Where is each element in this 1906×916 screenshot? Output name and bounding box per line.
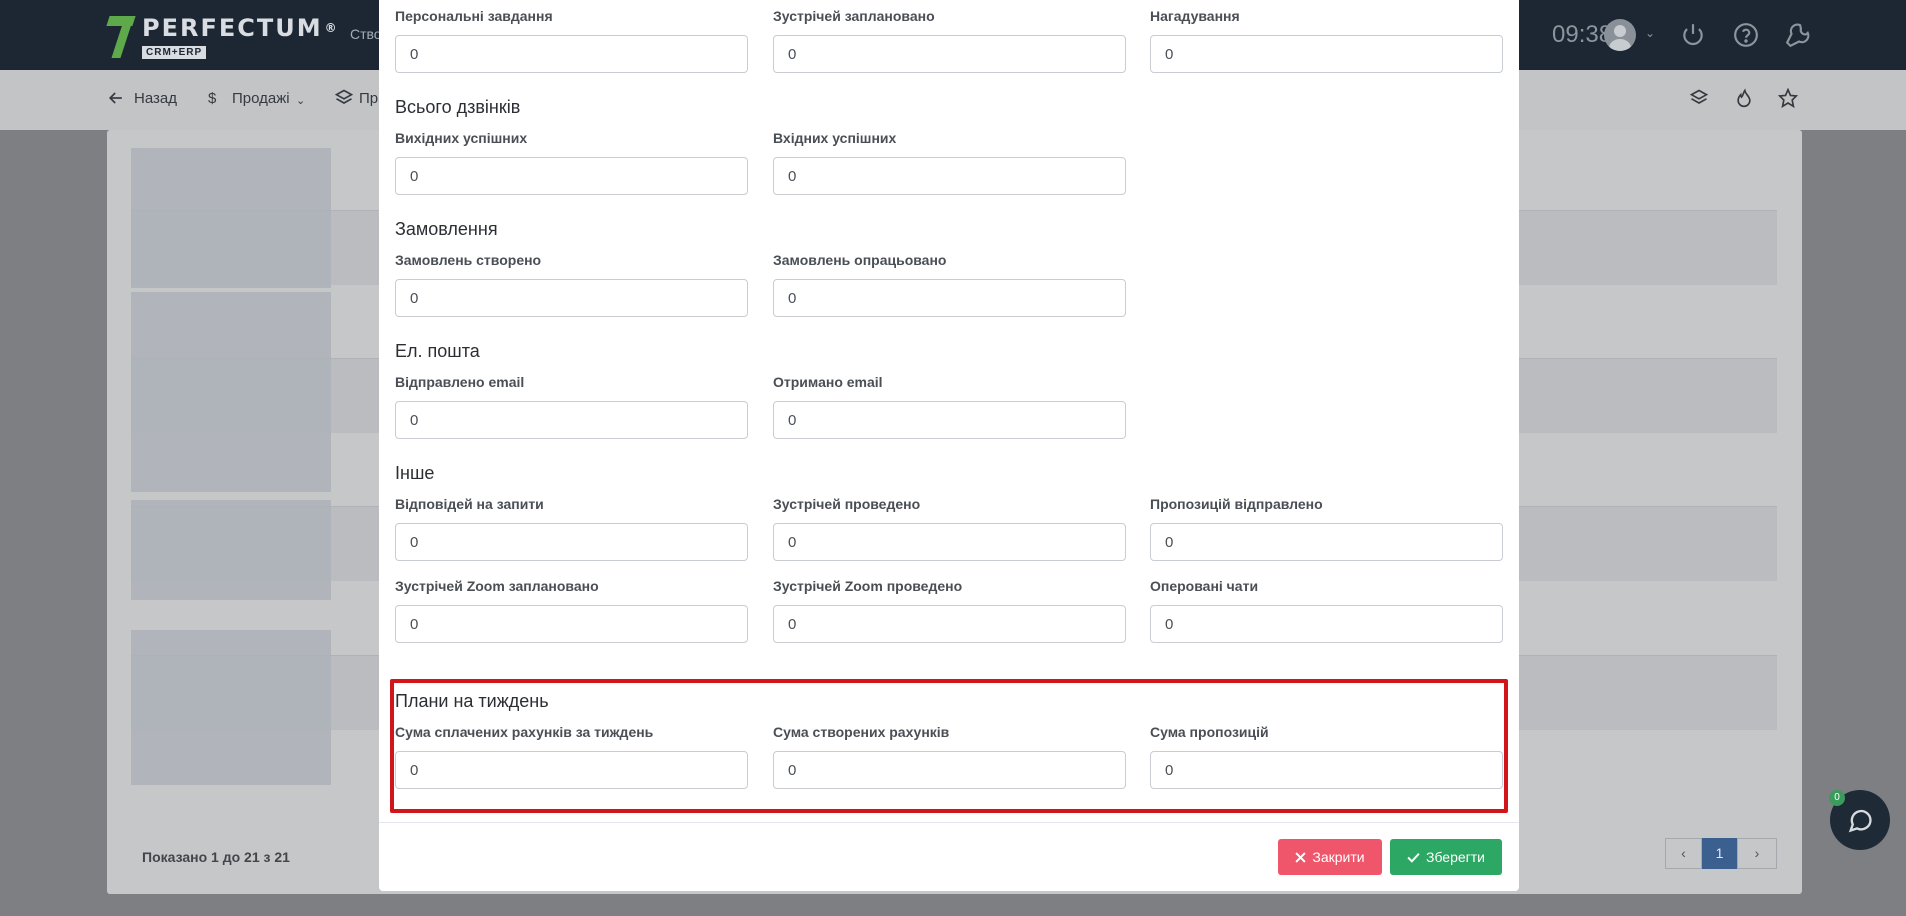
chevron-down-icon: ⌄ [296, 95, 306, 107]
field-label: Персональні завдання [395, 8, 553, 24]
blurred-content [131, 500, 331, 600]
chat-icon [1848, 809, 1872, 833]
check-icon [1407, 852, 1420, 863]
logo-registered-mark: ® [324, 21, 339, 35]
request-replies-input[interactable] [395, 523, 748, 561]
kpi-plan-modal: Персональні завдання Зустрічей запланова… [379, 0, 1519, 891]
section-title-orders: Замовлення [395, 219, 498, 239]
user-avatar[interactable] [1604, 19, 1636, 51]
sales-menu[interactable]: Продажі [232, 90, 290, 107]
modal-footer-divider [379, 822, 1519, 823]
pagination-summary: Показано 1 до 21 з 21 [142, 849, 290, 865]
field-label: Зустрічей Zoom проведено [773, 578, 963, 594]
orders-processed-input[interactable] [773, 279, 1126, 317]
chevron-down-icon[interactable]: ⌄ [1645, 26, 1655, 40]
layers-icon[interactable] [1689, 88, 1709, 108]
section-title-email: Ел. пошта [395, 341, 480, 361]
wrench-icon[interactable] [1785, 22, 1811, 48]
outgoing-calls-input[interactable] [395, 157, 748, 195]
logo-subtitle: CRM+ERP [142, 46, 207, 59]
created-invoices-sum-input[interactable] [773, 751, 1126, 789]
meetings-planned-input[interactable] [773, 35, 1126, 73]
pagination-next-button[interactable]: › [1737, 838, 1777, 869]
meetings-held-input[interactable] [773, 523, 1126, 561]
pagination-prev-button[interactable]: ‹ [1665, 838, 1702, 869]
save-button[interactable]: Зберегти [1390, 839, 1502, 875]
field-label: Сума створених рахунків [773, 724, 950, 740]
save-button-label: Зберегти [1425, 849, 1485, 865]
subnav-item-third[interactable]: Пр [359, 90, 378, 107]
reminders-input[interactable] [1150, 35, 1503, 73]
field-label: Відправлено email [395, 374, 525, 390]
proposals-sum-input[interactable] [1150, 751, 1503, 789]
field-label: Нагадування [1150, 8, 1240, 24]
field-label: Оперовані чати [1150, 578, 1259, 594]
field-label: Замовлень створено [395, 252, 542, 268]
blurred-content [131, 630, 331, 785]
fire-icon[interactable] [1734, 88, 1754, 108]
zoom-planned-input[interactable] [395, 605, 748, 643]
layers-icon [334, 89, 354, 104]
field-label: Замовлень опрацьовано [773, 252, 947, 268]
close-button[interactable]: Закрити [1278, 839, 1382, 875]
orders-created-input[interactable] [395, 279, 748, 317]
help-icon[interactable] [1733, 22, 1759, 48]
field-label: Відповідей на запити [395, 496, 544, 512]
logo-mark-icon [108, 14, 134, 60]
email-sent-input[interactable] [395, 401, 748, 439]
arrow-left-icon [108, 92, 122, 104]
back-link[interactable]: Назад [134, 90, 177, 107]
email-received-input[interactable] [773, 401, 1126, 439]
close-button-label: Закрити [1312, 849, 1365, 865]
logo-name: PERFECTUM [142, 14, 323, 42]
create-menu[interactable]: Ство [350, 26, 382, 42]
incoming-calls-input[interactable] [773, 157, 1126, 195]
close-icon [1295, 851, 1306, 863]
field-label: Вихідних успішних [395, 130, 528, 146]
dollar-icon: $ [208, 90, 217, 107]
chats-handled-input[interactable] [1150, 605, 1503, 643]
field-label: Зустрічей Zoom заплановано [395, 578, 599, 594]
section-title-calls: Всього дзвінків [395, 97, 521, 117]
zoom-held-input[interactable] [773, 605, 1126, 643]
field-label: Сума сплачених рахунків за тиждень [395, 724, 654, 740]
section-title-weekly-plans: Плани на тиждень [395, 691, 549, 711]
field-label: Пропозицій відправлено [1150, 496, 1323, 512]
personal-tasks-input[interactable] [395, 35, 748, 73]
highlight-box [390, 679, 1508, 813]
power-icon[interactable] [1680, 22, 1706, 48]
proposals-sent-input[interactable] [1150, 523, 1503, 561]
field-label: Сума пропозицій [1150, 724, 1269, 740]
section-title-other: Інше [395, 463, 435, 483]
blurred-content [131, 148, 331, 288]
field-label: Вхідних успішних [773, 130, 897, 146]
pagination-page-button[interactable]: 1 [1702, 838, 1737, 869]
field-label: Зустрічей заплановано [773, 8, 935, 24]
field-label: Отримано email [773, 374, 883, 390]
star-icon[interactable] [1778, 88, 1798, 108]
field-label: Зустрічей проведено [773, 496, 921, 512]
perfectum-logo[interactable]: PERFECTUM ® CRM+ERP [108, 14, 339, 60]
chat-badge: 0 [1829, 790, 1845, 806]
blurred-content [131, 292, 331, 492]
paid-invoices-sum-input[interactable] [395, 751, 748, 789]
